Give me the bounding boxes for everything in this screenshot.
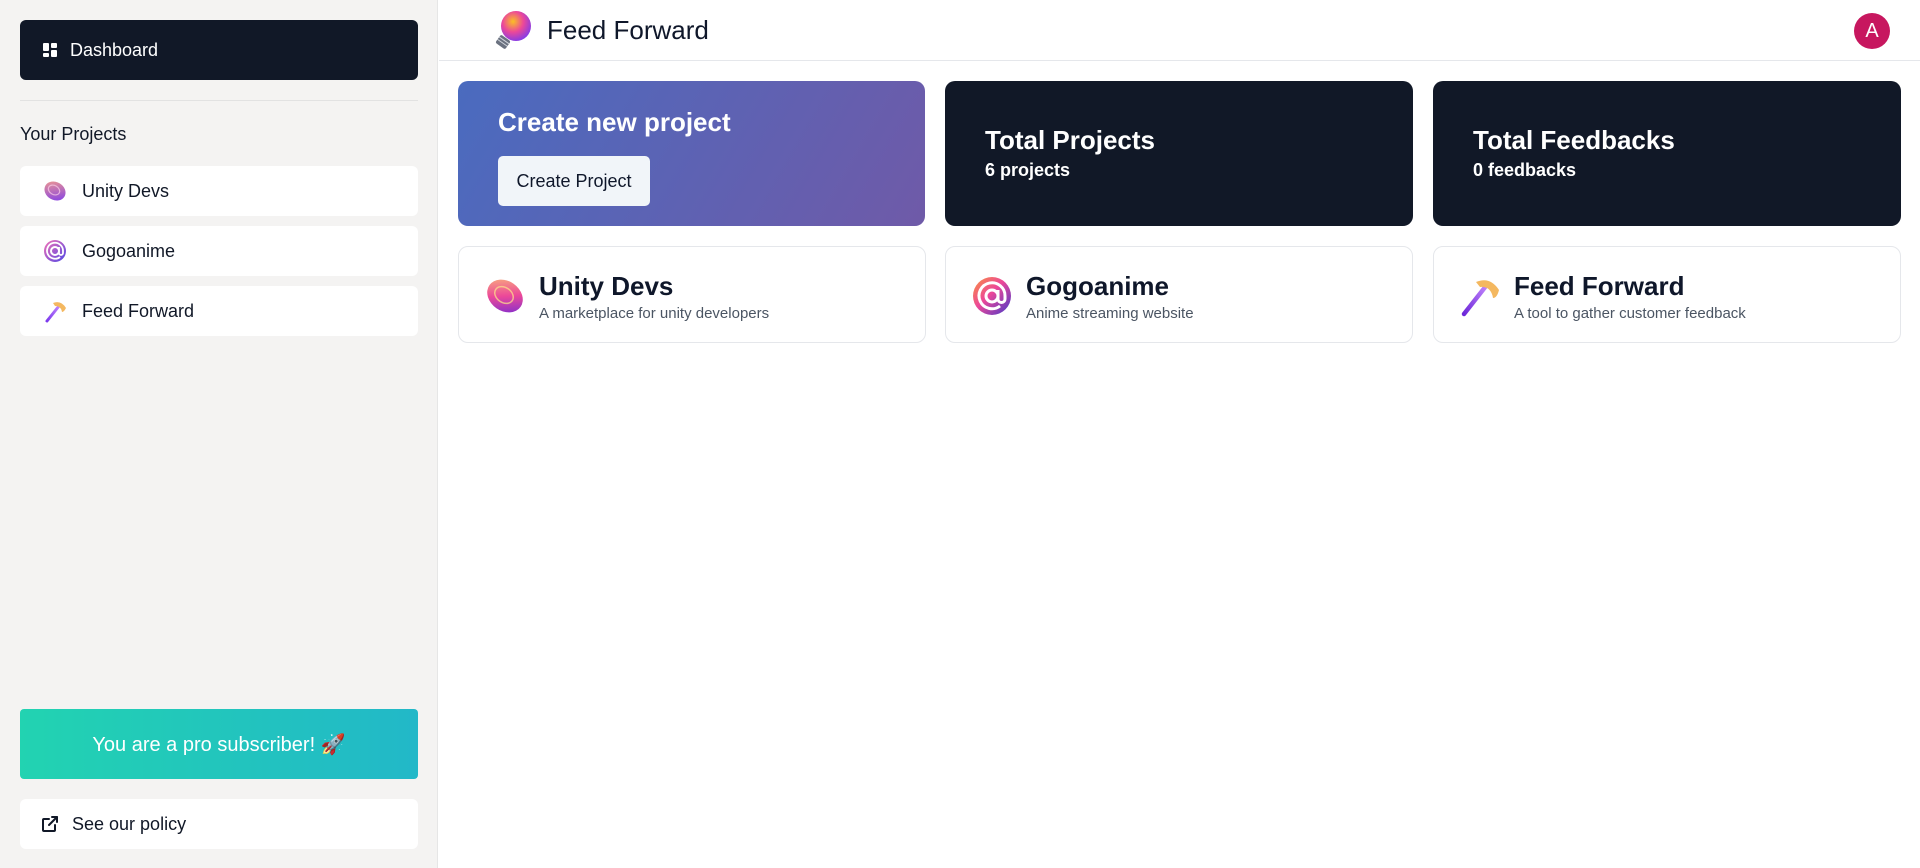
sidebar-item-unity-devs[interactable]: Unity Devs — [20, 166, 418, 216]
project-description: A tool to gather customer feedback — [1514, 305, 1746, 322]
sidebar-item-label: Feed Forward — [82, 300, 195, 321]
dashboard-label: Dashboard — [70, 39, 159, 60]
your-projects-title: Your Projects — [20, 124, 127, 144]
total-projects-value: 6 projects — [985, 160, 1071, 180]
project-card-feed-forward[interactable]: Feed Forward A tool to gather customer f… — [1433, 246, 1901, 343]
see-policy-link[interactable]: See our policy — [20, 799, 418, 849]
total-projects-label: Total Projects — [985, 125, 1156, 155]
at-sign-icon — [42, 238, 68, 264]
sidebar-divider — [20, 100, 418, 101]
project-name: Feed Forward — [1514, 271, 1685, 301]
sidebar-item-label: Gogoanime — [82, 240, 176, 261]
dashboard-button[interactable]: Dashboard — [20, 20, 418, 80]
total-feedbacks-card: Total Feedbacks 0 feedbacks — [1433, 81, 1901, 226]
dashboard-icon — [43, 43, 57, 57]
coin-icon — [487, 279, 523, 313]
sidebar-project-list: Unity Devs Gogoanime Feed Forward — [20, 166, 418, 346]
create-project-heading: Create new project — [498, 107, 731, 137]
sidebar-item-feed-forward[interactable]: Feed Forward — [20, 286, 418, 336]
total-feedbacks-value: 0 feedbacks — [1473, 160, 1577, 180]
project-description: A marketplace for unity developers — [539, 305, 770, 322]
pickaxe-icon — [42, 298, 68, 324]
project-name: Gogoanime — [1026, 271, 1170, 301]
project-card-unity-devs[interactable]: Unity Devs A marketplace for unity devel… — [458, 246, 926, 343]
project-name: Unity Devs — [539, 271, 674, 301]
brand: Feed Forward — [491, 8, 709, 52]
pickaxe-icon — [1461, 280, 1499, 317]
lightbulb-logo-icon — [496, 11, 531, 49]
policy-label: See our policy — [72, 813, 187, 834]
app-title: Feed Forward — [547, 14, 709, 45]
top-header: Feed Forward A — [439, 0, 1920, 61]
at-sign-icon — [973, 277, 1011, 315]
total-feedbacks-label: Total Feedbacks — [1473, 125, 1675, 155]
user-avatar[interactable]: A — [1854, 13, 1890, 49]
sidebar-item-gogoanime[interactable]: Gogoanime — [20, 226, 418, 276]
create-project-card: Create new project Create Project — [458, 81, 925, 226]
total-projects-card: Total Projects 6 projects — [945, 81, 1413, 226]
create-project-button[interactable]: Create Project — [498, 156, 650, 206]
external-link-icon — [42, 816, 58, 832]
coin-icon — [42, 178, 68, 204]
project-card-gogoanime[interactable]: Gogoanime Anime streaming website — [945, 246, 1413, 343]
sidebar-item-label: Unity Devs — [82, 180, 170, 201]
pro-subscriber-banner: You are a pro subscriber! 🚀 — [20, 709, 418, 779]
project-description: Anime streaming website — [1026, 305, 1194, 322]
sidebar: Dashboard Your Projects Unity Devs Gogoa… — [0, 0, 438, 868]
